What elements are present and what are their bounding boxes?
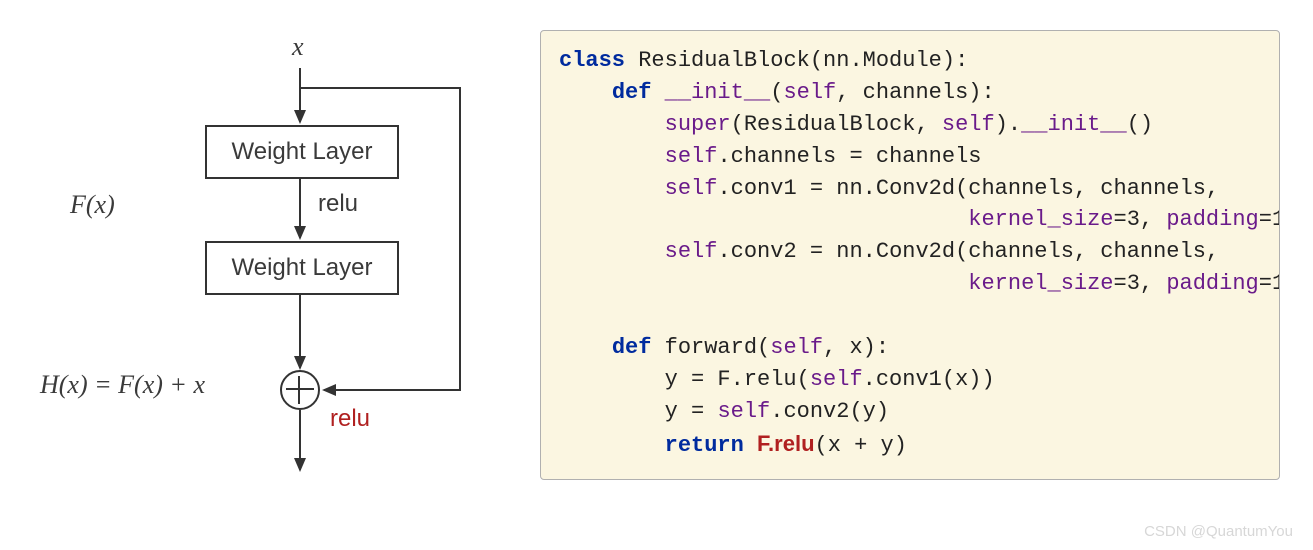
code-text: .conv2(y) bbox=[770, 399, 889, 424]
kwarg-padding: padding bbox=[1166, 271, 1258, 296]
weight-layer-1: Weight Layer bbox=[205, 125, 399, 179]
code-text: =1) bbox=[1259, 207, 1280, 232]
kwarg-padding: padding bbox=[1166, 207, 1258, 232]
code-text: =3, bbox=[1114, 271, 1167, 296]
sum-node-icon bbox=[280, 370, 320, 410]
code-text: ResidualBlock(nn.Module): bbox=[625, 48, 968, 73]
self-param: self bbox=[665, 239, 718, 264]
self-param: self bbox=[665, 176, 718, 201]
self-param: self bbox=[810, 367, 863, 392]
branch-fx-label: F(x) bbox=[70, 190, 115, 220]
code-block: class ResidualBlock(nn.Module): def __in… bbox=[540, 30, 1280, 480]
code-text: =1) bbox=[1259, 271, 1280, 296]
code-text bbox=[559, 112, 665, 137]
code-text bbox=[559, 271, 968, 296]
code-text: () bbox=[1127, 112, 1153, 137]
code-text bbox=[651, 80, 664, 105]
code-text: (ResidualBlock, bbox=[731, 112, 942, 137]
method-init: __init__ bbox=[665, 80, 771, 105]
code-text: , channels): bbox=[836, 80, 994, 105]
code-text: .conv1 = nn.Conv2d(channels, channels, bbox=[717, 176, 1219, 201]
watermark: CSDN @QuantumYou bbox=[1144, 523, 1293, 540]
keyword-class: class bbox=[559, 48, 625, 73]
input-x-label: x bbox=[292, 32, 304, 62]
self-param: self bbox=[717, 399, 770, 424]
code-text: y = F.relu( bbox=[559, 367, 810, 392]
code-text: , x): bbox=[823, 335, 889, 360]
code-text: forward( bbox=[651, 335, 770, 360]
code-text: .channels = channels bbox=[717, 144, 981, 169]
hx-equation-label: H(x) = F(x) + x bbox=[40, 370, 205, 400]
self-param: self bbox=[665, 144, 718, 169]
code-text: (x + y) bbox=[815, 433, 907, 458]
output-relu-label: relu bbox=[330, 405, 370, 433]
self-param: self bbox=[942, 112, 995, 137]
keyword-def: def bbox=[612, 80, 652, 105]
code-text bbox=[559, 144, 665, 169]
code-text bbox=[559, 176, 665, 201]
kwarg-kernel-size: kernel_size bbox=[968, 271, 1113, 296]
code-text: ). bbox=[995, 112, 1021, 137]
keyword-return: return bbox=[665, 433, 744, 458]
super-call: super bbox=[665, 112, 731, 137]
self-param: self bbox=[783, 80, 836, 105]
residual-block-diagram: x Weight Layer relu F(x) Weight Layer H(… bbox=[40, 30, 500, 500]
weight-layer-2: Weight Layer bbox=[205, 241, 399, 295]
code-text bbox=[559, 207, 968, 232]
code-text: =3, bbox=[1114, 207, 1167, 232]
kwarg-kernel-size: kernel_size bbox=[968, 207, 1113, 232]
code-text: y = bbox=[559, 399, 717, 424]
self-param: self bbox=[770, 335, 823, 360]
code-text: .conv2 = nn.Conv2d(channels, channels, bbox=[717, 239, 1219, 264]
mid-relu-label: relu bbox=[318, 190, 358, 218]
keyword-def: def bbox=[612, 335, 652, 360]
code-text: ( bbox=[770, 80, 783, 105]
emphasized-frelu: F.relu bbox=[757, 431, 814, 456]
code-text bbox=[559, 239, 665, 264]
init-call: __init__ bbox=[1021, 112, 1127, 137]
code-text bbox=[744, 433, 757, 458]
code-text: .conv1(x)) bbox=[863, 367, 995, 392]
